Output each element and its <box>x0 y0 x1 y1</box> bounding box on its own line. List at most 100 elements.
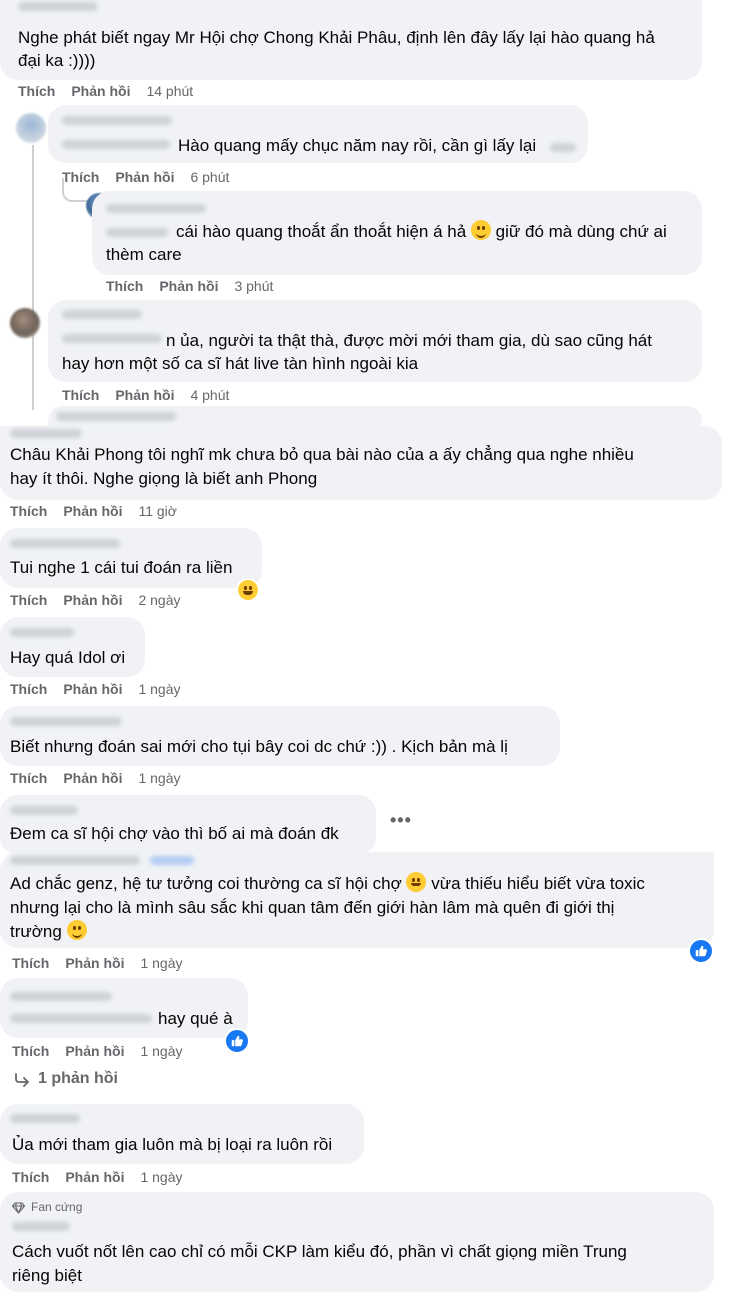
grin-reaction-icon[interactable] <box>236 578 260 602</box>
like-button[interactable]: Thích <box>18 83 55 99</box>
comment-text: Biết nhưng đoán sai mới cho tụi bây coi … <box>10 737 508 756</box>
reply-button[interactable]: Phản hồi <box>63 503 122 519</box>
timestamp[interactable]: 1 ngày <box>138 770 180 786</box>
replies-count[interactable]: 1 phản hồi <box>38 1070 118 1088</box>
commenter-name[interactable] <box>10 856 140 865</box>
timestamp[interactable]: 1 ngày <box>140 1169 182 1185</box>
like-button[interactable]: Thích <box>12 1043 49 1059</box>
view-replies-link[interactable]: 1 phản hồi <box>14 1070 144 1090</box>
comment-text: Châu Khải Phong tôi nghĩ mk chưa bỏ qua … <box>10 445 634 464</box>
smile-emoji-icon <box>66 920 87 940</box>
comment-text: nhưng lại cho là mình sâu sắc khi quan t… <box>10 898 615 917</box>
tagged-name[interactable] <box>62 334 162 343</box>
timestamp[interactable]: 2 ngày <box>138 592 180 608</box>
reply-button[interactable]: Phản hồi <box>115 169 174 185</box>
reply-button[interactable]: Phản hồi <box>65 1043 124 1059</box>
commenter-name[interactable] <box>62 140 170 149</box>
commenter-name[interactable] <box>10 1114 80 1123</box>
timestamp[interactable]: 1 ngày <box>140 1043 182 1059</box>
like-button[interactable]: Thích <box>10 770 47 786</box>
reply-button[interactable]: Phản hồi <box>115 387 174 403</box>
thread-branch <box>62 178 88 202</box>
comment-text: n ủa, người ta thật thà, được mời mới th… <box>166 331 652 350</box>
comment-text: Tui nghe 1 cái tui đoán ra liền <box>10 558 233 577</box>
comment-text: Nghe phát biết ngay Mr Hội chợ Chong Khả… <box>18 28 655 47</box>
timestamp[interactable]: 14 phút <box>146 83 193 99</box>
tagged-name[interactable] <box>550 143 576 152</box>
comment-text: Ad chắc genz, hệ tư tưởng coi thường ca … <box>10 872 645 896</box>
timestamp[interactable]: 1 ngày <box>138 681 180 697</box>
smile-emoji-icon <box>406 872 427 892</box>
grin-emoji-icon <box>238 580 258 600</box>
commenter-name[interactable] <box>10 992 112 1001</box>
comment-text: riêng biệt <box>12 1266 82 1285</box>
avatar[interactable] <box>10 308 40 338</box>
timestamp[interactable]: 4 phút <box>190 387 229 403</box>
tagged-name[interactable] <box>106 228 168 237</box>
comment-actions: Thích Phản hồi 3 phút <box>106 277 273 295</box>
thread-line <box>32 145 34 410</box>
comment-text: Hay quá Idol ơi <box>10 648 126 667</box>
diamond-icon <box>12 1202 25 1214</box>
like-button[interactable]: Thích <box>62 387 99 403</box>
comment-text: đại ka :)))) <box>18 51 96 70</box>
comment-text-part: cái hào quang thoắt ẩn thoắt hiện á hả <box>176 222 467 241</box>
comment-text: hay ít thôi. Nghe giọng là biết anh Phon… <box>10 469 318 488</box>
like-button[interactable]: Thích <box>106 278 143 294</box>
more-options-icon[interactable]: ••• <box>390 810 412 831</box>
thumbs-up-icon[interactable] <box>224 1028 250 1054</box>
follow-link[interactable] <box>150 856 194 865</box>
reply-button[interactable]: Phản hồi <box>71 83 130 99</box>
commenter-name[interactable] <box>62 310 142 319</box>
comment-text-part: vừa thiếu hiểu biết vừa toxic <box>431 874 645 893</box>
comment-text: hay hơn một số ca sĩ hát live tàn hình n… <box>62 354 419 373</box>
like-button[interactable]: Thích <box>12 955 49 971</box>
commenter-name[interactable] <box>10 628 74 637</box>
comment-text: Đem ca sĩ hội chợ vào thì bố ai mà đoán … <box>10 824 339 843</box>
like-button[interactable]: Thích <box>10 681 47 697</box>
fan-badge-label: Fan cứng <box>31 1200 83 1214</box>
commenter-name[interactable] <box>10 717 122 726</box>
reply-button[interactable]: Phản hồi <box>63 592 122 608</box>
timestamp[interactable]: 11 giờ <box>138 503 177 519</box>
commenter-name[interactable] <box>10 806 78 815</box>
comment-text-part: trường <box>10 922 62 941</box>
timestamp[interactable]: 6 phút <box>190 169 229 185</box>
commenter-name[interactable] <box>106 204 206 213</box>
commenter-name[interactable] <box>56 412 176 421</box>
commenter-name[interactable] <box>62 116 172 125</box>
comment-actions: Thích Phản hồi 1 ngày <box>10 769 181 787</box>
comment-actions: Thích Phản hồi 1 ngày <box>12 954 183 972</box>
reply-button[interactable]: Phản hồi <box>65 955 124 971</box>
commenter-name[interactable] <box>10 539 120 548</box>
comment-text: trường <box>10 920 87 944</box>
comment-text-part: giữ đó mà dùng chứ ai <box>495 222 667 241</box>
comment-actions: Thích Phản hồi 11 giờ <box>10 502 177 520</box>
reply-button[interactable]: Phản hồi <box>159 278 218 294</box>
thumbs-up-icon[interactable] <box>688 938 714 964</box>
comment-actions: Thích Phản hồi 4 phút <box>62 386 229 404</box>
like-button[interactable]: Thích <box>10 503 47 519</box>
tagged-name[interactable] <box>10 1014 152 1023</box>
avatar[interactable] <box>16 113 46 143</box>
timestamp[interactable]: 1 ngày <box>140 955 182 971</box>
like-button[interactable]: Thích <box>12 1169 49 1185</box>
reply-button[interactable]: Phản hồi <box>63 681 122 697</box>
comment-text: cái hào quang thoắt ẩn thoắt hiện á hả g… <box>176 220 667 244</box>
comment-actions: Thích Phản hồi 1 ngày <box>10 680 181 698</box>
timestamp[interactable]: 3 phút <box>234 278 273 294</box>
comment-text: thèm care <box>106 245 182 264</box>
comment-text-part: Ad chắc genz, hệ tư tưởng coi thường ca … <box>10 874 402 893</box>
comment-text: Cách vuốt nốt lên cao chỉ có mỗi CKP làm… <box>12 1242 627 1261</box>
smile-emoji-icon <box>470 220 491 240</box>
commenter-name[interactable] <box>12 1222 70 1231</box>
commenter-name[interactable] <box>18 2 98 11</box>
comment-text: hay qué à <box>158 1009 233 1028</box>
comment-actions: Thích Phản hồi 2 ngày <box>10 591 181 609</box>
reply-button[interactable]: Phản hồi <box>65 1169 124 1185</box>
reply-arrow-icon <box>15 1073 29 1087</box>
commenter-name[interactable] <box>10 429 82 438</box>
comment-actions: Thích Phản hồi 14 phút <box>18 82 193 100</box>
reply-button[interactable]: Phản hồi <box>63 770 122 786</box>
like-button[interactable]: Thích <box>10 592 47 608</box>
